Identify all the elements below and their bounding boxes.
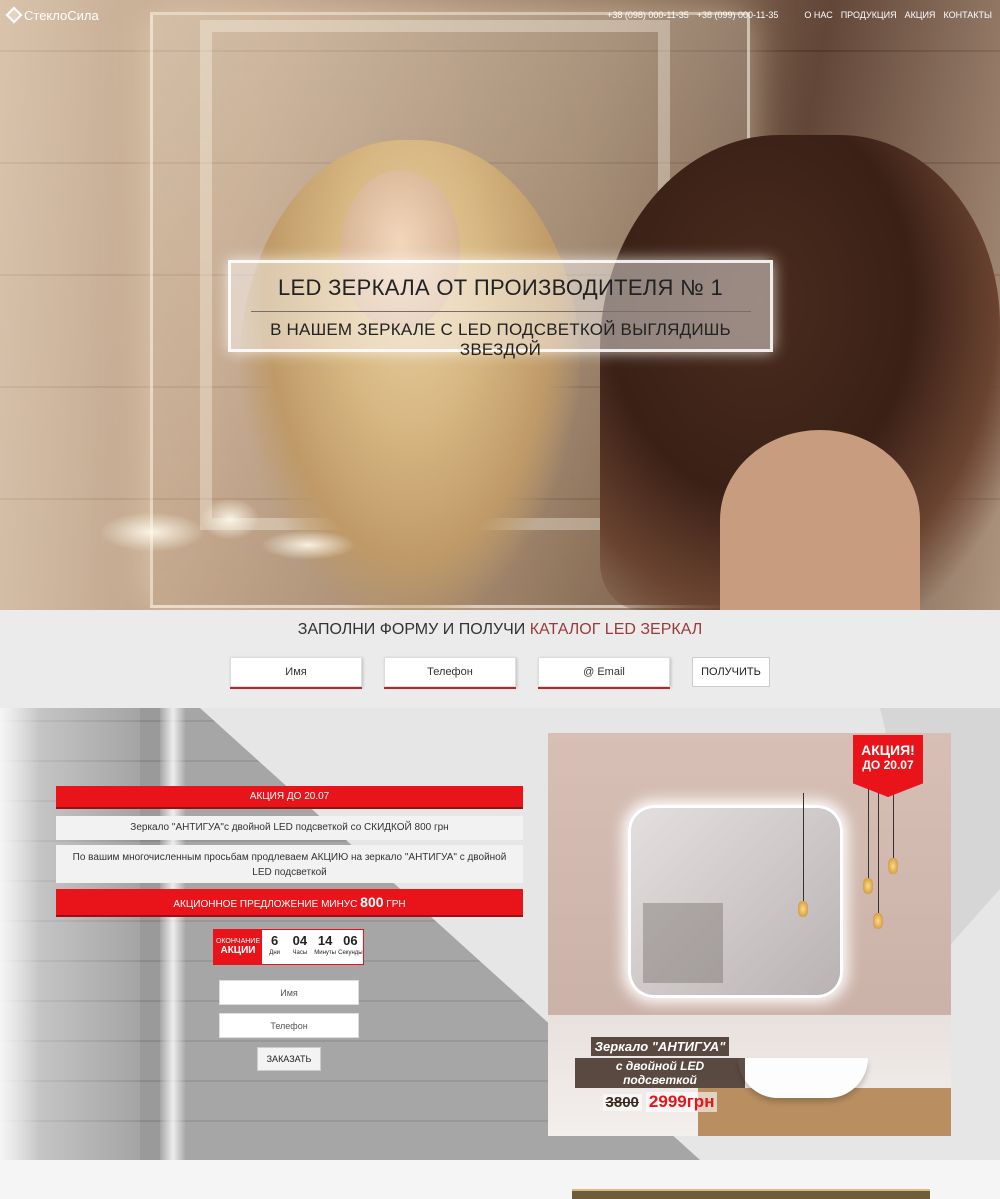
countdown-days: 6 Дни — [262, 930, 287, 964]
nav-item-about[interactable]: О НАС — [804, 10, 832, 20]
promo-offer-text: АКЦИОННОЕ ПРЕДЛОЖЕНИЕ МИНУС — [173, 899, 361, 910]
promo-offer-bar: АКЦИОННОЕ ПРЕДЛОЖЕНИЕ МИНУС 800 ГРН — [56, 889, 523, 915]
badge-date: ДО 20.07 — [862, 758, 914, 772]
hero-divider — [250, 311, 751, 312]
countdown-seconds-unit: Секунды — [338, 950, 363, 956]
catalog-name-input[interactable]: Имя — [230, 657, 362, 687]
nav-item-contacts[interactable]: КОНТАКТЫ — [943, 10, 992, 20]
countdown-days-unit: Дни — [269, 950, 280, 956]
catalog-title-accent: КАТАЛОГ LED ЗЕРКАЛ — [529, 621, 703, 638]
pendant-lamp-icon — [798, 901, 808, 917]
countdown-label-big: АКЦИИ — [220, 945, 256, 956]
next-section — [0, 1160, 1000, 1199]
hero-subtitle: В НАШЕМ ЗЕРКАЛЕ С LED ПОДСВЕТКОЙ ВЫГЛЯДИ… — [270, 320, 731, 359]
countdown-seconds: 06 Секунды — [338, 930, 363, 964]
countdown-minutes-value: 14 — [317, 933, 333, 948]
pendant-wire — [878, 773, 879, 913]
product-image-antigua: АКЦИЯ! ДО 20.07 Зеркало "АНТИГУА" с двой… — [548, 733, 951, 1136]
next-section-image — [572, 1189, 930, 1199]
countdown-hours-unit: Часы — [292, 950, 308, 956]
hero-lily-flowers — [100, 480, 360, 610]
promo-light-strip — [160, 708, 186, 1160]
catalog-submit-button[interactable]: ПОЛУЧИТЬ — [692, 657, 770, 687]
product-caption: Зеркало "АНТИГУА" с двойной LED подсветк… — [575, 1037, 745, 1112]
catalog-title-text: ЗАПОЛНИ ФОРМУ И ПОЛУЧИ — [297, 621, 530, 638]
promo-offer-amount: 800 — [360, 894, 384, 910]
catalog-email-input[interactable]: @ Email — [538, 657, 670, 687]
product-prices: 3800 2999грн — [575, 1092, 745, 1112]
old-price: 3800 — [602, 1093, 642, 1111]
countdown-days-value: 6 — [271, 933, 279, 948]
top-navbar: СтеклоСила +38 (098) 000-11-35 +38 (099)… — [0, 0, 1000, 30]
countdown-hours-value: 04 — [292, 933, 308, 948]
hero-title: LED ЗЕРКАЛА ОТ ПРОИЗВОДИТЕЛЯ № 1 — [277, 275, 723, 300]
nav-item-promo[interactable]: АКЦИЯ — [905, 10, 936, 20]
logo-text: СтеклоСила — [24, 7, 99, 23]
phone-link[interactable]: +38 (099) 000-11-35 — [697, 10, 779, 20]
order-phone-input[interactable]: Телефон — [219, 1013, 359, 1038]
countdown-label-small: ОКОНЧАНИЕ — [215, 938, 261, 945]
diamond-logo-icon — [5, 6, 23, 24]
promo-offer-unit: ГРН — [383, 899, 406, 910]
product-name: Зеркало "АНТИГУА" — [590, 1037, 730, 1056]
pendant-lamp-icon — [888, 858, 898, 874]
countdown-seconds-value: 06 — [343, 933, 358, 948]
catalog-form: Имя Телефон @ Email ПОЛУЧИТЬ — [0, 657, 1000, 687]
catalog-phone-input[interactable]: Телефон — [384, 657, 516, 687]
pendant-lamp-icon — [863, 878, 873, 894]
hero-woman-shoulder — [720, 430, 920, 610]
nav-item-products[interactable]: ПРОДУКЦИЯ — [841, 10, 897, 20]
product-sink — [738, 1058, 868, 1098]
product-feature: с двойной LED подсветкой — [575, 1058, 745, 1088]
countdown-minutes: 14 Минуты — [313, 930, 338, 964]
pendant-wire — [803, 793, 804, 903]
catalog-request-section: ЗАПОЛНИ ФОРМУ И ПОЛУЧИ КАТАЛОГ LED ЗЕРКА… — [0, 610, 1000, 708]
new-price: 2999грн — [645, 1092, 718, 1112]
promo-line-2: По вашим многочисленным просьбам продлев… — [56, 845, 523, 883]
promo-line-1: Зеркало "АНТИГУА"с двойной LED подсветко… — [56, 816, 523, 840]
phone-link[interactable]: +38 (098) 000-11-35 — [607, 10, 689, 20]
promo-light-strip — [0, 708, 40, 1160]
countdown-minutes-unit: Минуты — [314, 950, 336, 956]
promo-countdown: ОКОНЧАНИЕ АКЦИИ 6 Дни 04 Часы 14 Минуты … — [213, 929, 364, 965]
catalog-title: ЗАПОЛНИ ФОРМУ И ПОЛУЧИ КАТАЛОГ LED ЗЕРКА… — [0, 621, 1000, 639]
main-nav: +38 (098) 000-11-35 +38 (099) 000-11-35 … — [607, 10, 992, 20]
hero-section: СтеклоСила +38 (098) 000-11-35 +38 (099)… — [0, 0, 1000, 610]
product-shower-niche — [643, 903, 723, 983]
promo-deadline-bar: АКЦИЯ ДО 20.07 — [56, 786, 523, 807]
order-name-input[interactable]: Имя — [219, 980, 359, 1005]
pendant-lamp-icon — [873, 913, 883, 929]
countdown-hours: 04 Часы — [287, 930, 312, 964]
countdown-label: ОКОНЧАНИЕ АКЦИИ — [214, 930, 262, 964]
hero-headline-box: LED ЗЕРКАЛА ОТ ПРОИЗВОДИТЕЛЯ № 1 В НАШЕМ… — [228, 260, 773, 359]
phone-list: +38 (098) 000-11-35 +38 (099) 000-11-35 — [607, 10, 778, 20]
site-logo[interactable]: СтеклоСила — [5, 6, 99, 24]
badge-title: АКЦИЯ! — [861, 742, 915, 758]
order-submit-button[interactable]: ЗАКАЗАТЬ — [257, 1047, 321, 1071]
